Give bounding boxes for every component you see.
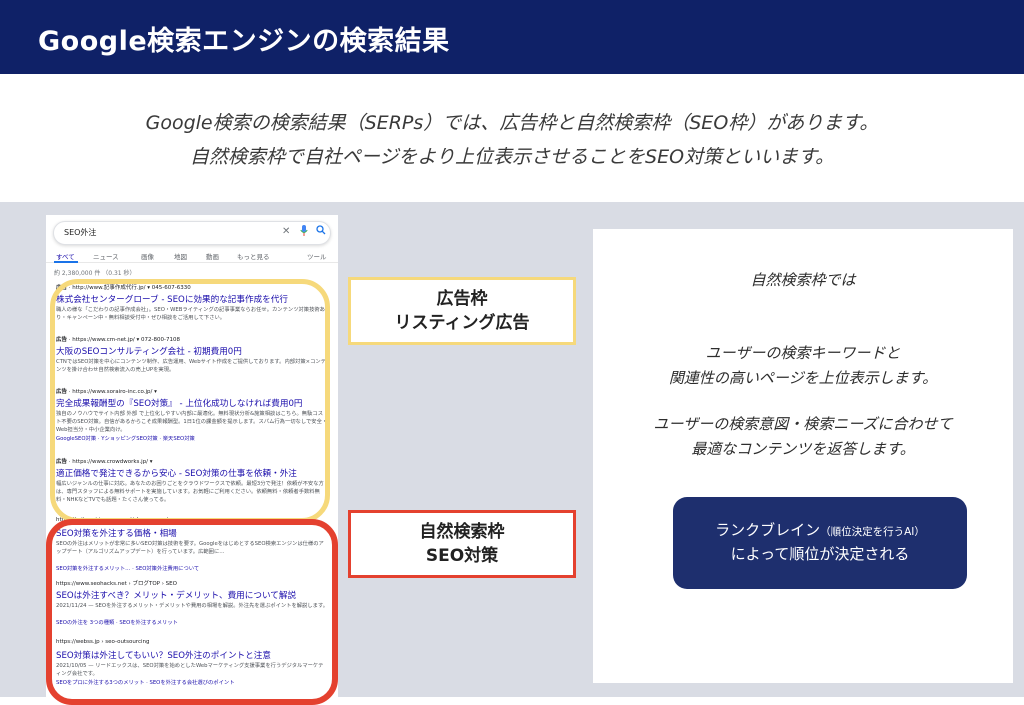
tab-more[interactable]: もっと見る <box>237 251 270 261</box>
ad-label-line-1: 広告枠 <box>436 289 488 309</box>
result-count: 約 2,380,000 件 （0.31 秒） <box>54 270 136 277</box>
tab-tools[interactable]: ツール <box>307 251 327 261</box>
card-text: 最適なコンテンツを返答します。 <box>691 440 915 458</box>
card-heading: 自然検索枠では <box>750 271 856 289</box>
card-text: 関連性の高いページを上位表示します。 <box>668 369 938 387</box>
ad-label-line-2: リスティング広告 <box>394 313 530 333</box>
tab-divider <box>46 262 338 263</box>
rankbrain-line-2: によって順位が決定される <box>730 545 910 563</box>
mic-icon[interactable] <box>300 225 308 241</box>
seo-label-box: 自然検索枠 SEO対策 <box>348 510 576 578</box>
seo-label-line-1: 自然検索枠 <box>419 522 505 542</box>
card-text: ユーザーの検索意図・検索ニーズに合わせて <box>653 415 953 433</box>
ad-area-highlight <box>50 279 330 523</box>
header-bar: Google検索エンジンの検索結果 <box>0 0 1024 74</box>
tab-news[interactable]: ニュース <box>93 251 119 261</box>
active-tab-indicator <box>54 261 78 263</box>
intro-section: Google検索の検索結果（SERPs）では、広告枠と自然検索枠（SEO枠）があ… <box>0 74 1024 202</box>
search-query: SEO外注 <box>64 228 97 237</box>
organic-area-highlight <box>46 519 338 705</box>
intro-line-1: Google検索の検索結果（SERPs）では、広告枠と自然検索枠（SEO枠）があ… <box>145 112 879 134</box>
rankbrain-line-1: ランクブレイン（順位決定を行うAI） <box>715 521 925 539</box>
tab-videos[interactable]: 動画 <box>206 251 219 261</box>
ad-label-box: 広告枠 リスティング広告 <box>348 277 576 345</box>
intro-line-2: 自然検索枠で自社ページをより上位表示させることをSEO対策といいます。 <box>189 146 835 168</box>
rankbrain-box: ランクブレイン（順位決定を行うAI） によって順位が決定される <box>673 497 967 589</box>
clear-icon[interactable]: ✕ <box>282 225 290 239</box>
page-title: Google検索エンジンの検索結果 <box>38 26 450 57</box>
tab-images[interactable]: 画像 <box>141 251 154 261</box>
card-text: ユーザーの検索キーワードと <box>705 344 901 362</box>
search-bar[interactable]: SEO外注 ✕ <box>53 221 331 245</box>
seo-label-line-2: SEO対策 <box>425 546 499 566</box>
search-icon[interactable] <box>316 225 326 240</box>
tab-maps[interactable]: 地図 <box>174 251 187 261</box>
explanation-card: 自然検索枠では ユーザーの検索キーワードと 関連性の高いページを上位表示します。… <box>593 229 1013 683</box>
tab-all[interactable]: すべて <box>56 251 75 261</box>
